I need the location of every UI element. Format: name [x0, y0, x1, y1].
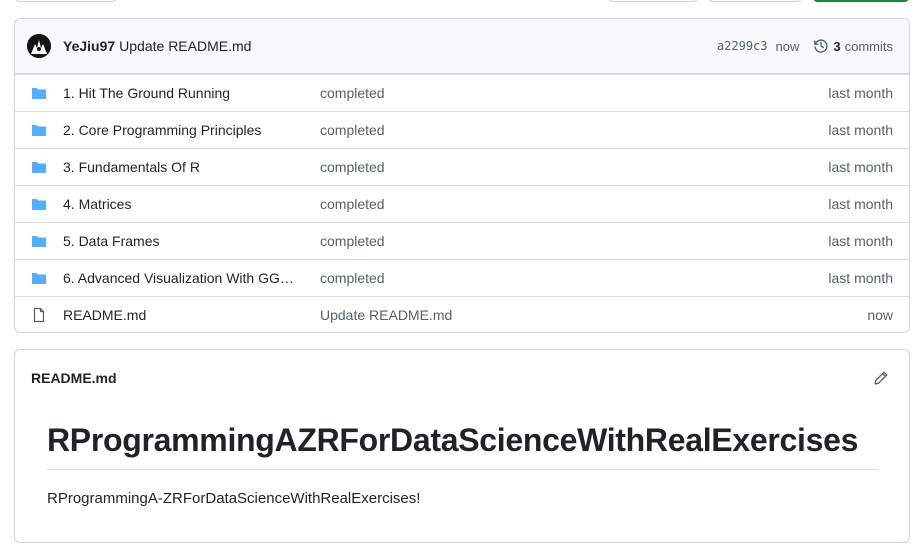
readme-header: README.md	[15, 350, 909, 406]
readme-body: RProgrammingA-ZRForDataScienceWithRealEx…	[47, 490, 421, 507]
readme-title: README.md	[31, 370, 117, 386]
latest-commit-bar: YeJiu97 Update README.md a2299c3 now 3 c…	[15, 19, 909, 74]
file-icon	[33, 307, 45, 323]
file-commit-message-link[interactable]: completed	[320, 159, 385, 175]
folder-icon	[32, 273, 46, 284]
file-row[interactable]: 1. Hit The Ground Running completed last…	[15, 74, 909, 111]
file-row[interactable]: 6. Advanced Visualization With GGPlot2 c…	[15, 259, 909, 296]
file-age: last month	[828, 270, 893, 286]
file-name-link[interactable]: 2. Core Programming Principles	[63, 122, 303, 138]
file-age: last month	[828, 85, 893, 101]
commit-sha-link[interactable]: a2299c3	[717, 39, 768, 53]
commit-message-link[interactable]: Update README.md	[119, 38, 251, 54]
pencil-icon	[874, 371, 888, 385]
file-commit-message-link[interactable]: completed	[320, 270, 385, 286]
folder-icon	[32, 162, 46, 173]
folder-icon	[32, 88, 46, 99]
file-commit-message-link[interactable]: completed	[320, 233, 385, 249]
top-button-1[interactable]	[607, 0, 699, 2]
file-age: last month	[828, 233, 893, 249]
file-name-link[interactable]: 4. Matrices	[63, 196, 303, 212]
file-name-link[interactable]: 6. Advanced Visualization With GGPlot2	[63, 270, 303, 286]
avatar-image-icon	[27, 34, 51, 58]
file-age: last month	[828, 196, 893, 212]
avatar[interactable]	[27, 34, 51, 58]
top-button-2[interactable]	[707, 0, 803, 2]
file-age: last month	[828, 159, 893, 175]
file-name-link[interactable]: 3. Fundamentals Of R	[63, 159, 303, 175]
file-commit-message-link[interactable]: completed	[320, 196, 385, 212]
file-browser: YeJiu97 Update README.md a2299c3 now 3 c…	[14, 18, 910, 333]
file-row[interactable]: 3. Fundamentals Of R completed last mont…	[15, 148, 909, 185]
file-row[interactable]: 2. Core Programming Principles completed…	[15, 111, 909, 148]
readme-heading: RProgrammingAZRForDataScienceWithRealExe…	[47, 422, 878, 470]
folder-icon	[32, 125, 46, 136]
file-name-link[interactable]: README.md	[63, 307, 303, 323]
file-name-link[interactable]: 1. Hit The Ground Running	[63, 85, 303, 101]
file-commit-message-link[interactable]: completed	[320, 122, 385, 138]
commits-history-link[interactable]: 3 commits	[813, 38, 893, 54]
file-row[interactable]: README.md Update README.md now	[15, 296, 909, 332]
file-age: last month	[828, 122, 893, 138]
code-button[interactable]	[812, 0, 910, 2]
file-row[interactable]: 4. Matrices completed last month	[15, 185, 909, 222]
commit-author-link[interactable]: YeJiu97	[63, 38, 115, 54]
readme-panel: README.md RProgrammingAZRForDataScienceW…	[14, 349, 910, 543]
file-commit-message-link[interactable]: completed	[320, 85, 385, 101]
edit-readme-button[interactable]	[869, 366, 893, 390]
file-age: now	[867, 307, 893, 323]
commit-time: now	[775, 38, 800, 54]
top-left-button[interactable]	[14, 0, 118, 2]
commit-count-label: commits	[844, 38, 893, 54]
commit-count: 3	[833, 38, 841, 54]
folder-icon	[32, 236, 46, 247]
folder-icon	[32, 199, 46, 210]
file-commit-message-link[interactable]: Update README.md	[320, 307, 452, 323]
file-row[interactable]: 5. Data Frames completed last month	[15, 222, 909, 259]
history-icon	[814, 39, 828, 53]
file-name-link[interactable]: 5. Data Frames	[63, 233, 303, 249]
